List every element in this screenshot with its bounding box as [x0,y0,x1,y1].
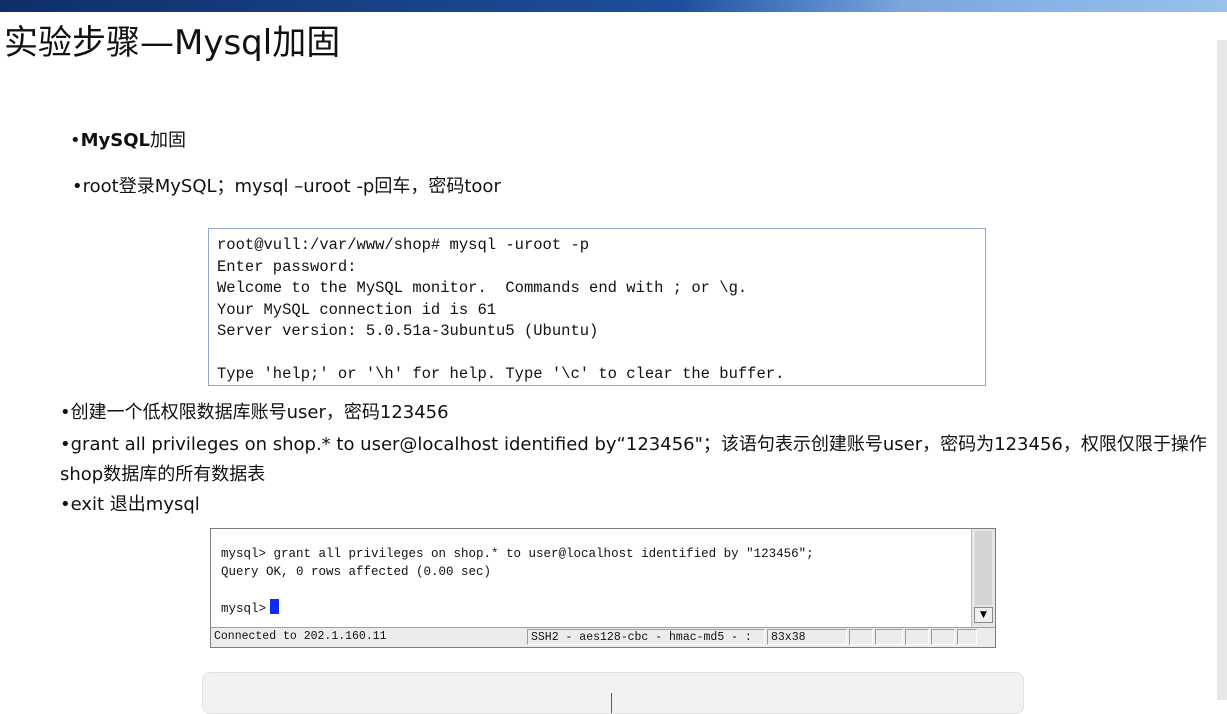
status-cell-empty [849,629,873,645]
status-bar: Connected to 202.1.160.11 SSH2 - aes128-… [211,627,995,647]
terminal-line: root@vull:/var/www/shop# mysql -uroot -p [217,236,590,254]
terminal-cursor [270,599,280,614]
vertical-scrollbar[interactable]: ▼ [971,529,995,627]
status-connection: Connected to 202.1.160.11 [214,630,387,643]
status-cell-empty [957,629,977,645]
terminal-prompt: mysql> [221,602,267,616]
bullet-exit: •exit 退出mysql [60,494,200,515]
bullet-root-login: •root登录MySQL；mysql –uroot -p回车，密码toor [72,176,501,197]
terminal-prompt-line: mysql> [221,599,971,617]
slide-header-bar [0,0,1227,12]
bullet-grant-statement: •grant all privileges on shop.* to user@… [60,434,1207,485]
header-bar-highlight [682,0,1227,12]
page-title: 实验步骤—Mysql加固 [4,23,341,63]
terminal-line: Welcome to the MySQL monitor. Commands e… [217,279,748,297]
bullet-bold-text: MySQL [80,130,151,151]
status-cell-empty [931,629,955,645]
terminal-line: Server version: 5.0.51a-3ubuntu5 (Ubuntu… [217,322,599,340]
bullet-create-account: •创建一个低权限数据库账号user，密码123456 [60,402,449,423]
bullet-mysql-hardening: •MySQL加固 [70,128,186,154]
bullet-marker: • [70,130,81,151]
terminal-line: mysql> grant all privileges on shop.* to… [221,547,814,561]
terminal-line-empty [221,581,971,599]
status-lock-icon [875,629,903,645]
slide-edge [1217,40,1227,700]
bullet-text: 加固 [150,130,187,151]
terminal-screen[interactable]: mysql> grant all privileges on shop.* to… [211,529,971,627]
terminal-line: Query OK, 0 rows affected (0.00 sec) [221,565,492,579]
terminal-line: Type 'help;' or '\h' for help. Type '\c'… [217,365,785,383]
scrollbar-track[interactable] [975,531,992,605]
terminal-window-grant: mysql> grant all privileges on shop.* to… [210,528,996,648]
status-size: 83x38 [767,629,847,645]
resize-grip-icon[interactable] [977,629,993,645]
status-cipher: SSH2 - aes128-cbc - hmac-md5 - : [527,629,765,645]
status-cell-empty [905,629,929,645]
scroll-down-button[interactable]: ▼ [974,607,993,623]
terminal-line: Enter password: [217,257,357,276]
bottom-panel [202,672,1024,714]
terminal-line: Your MySQL connection id is 61 [217,300,497,319]
terminal-screenshot-login: root@vull:/var/www/shop# mysql -uroot -p… [208,228,986,386]
text-caret [611,693,612,713]
